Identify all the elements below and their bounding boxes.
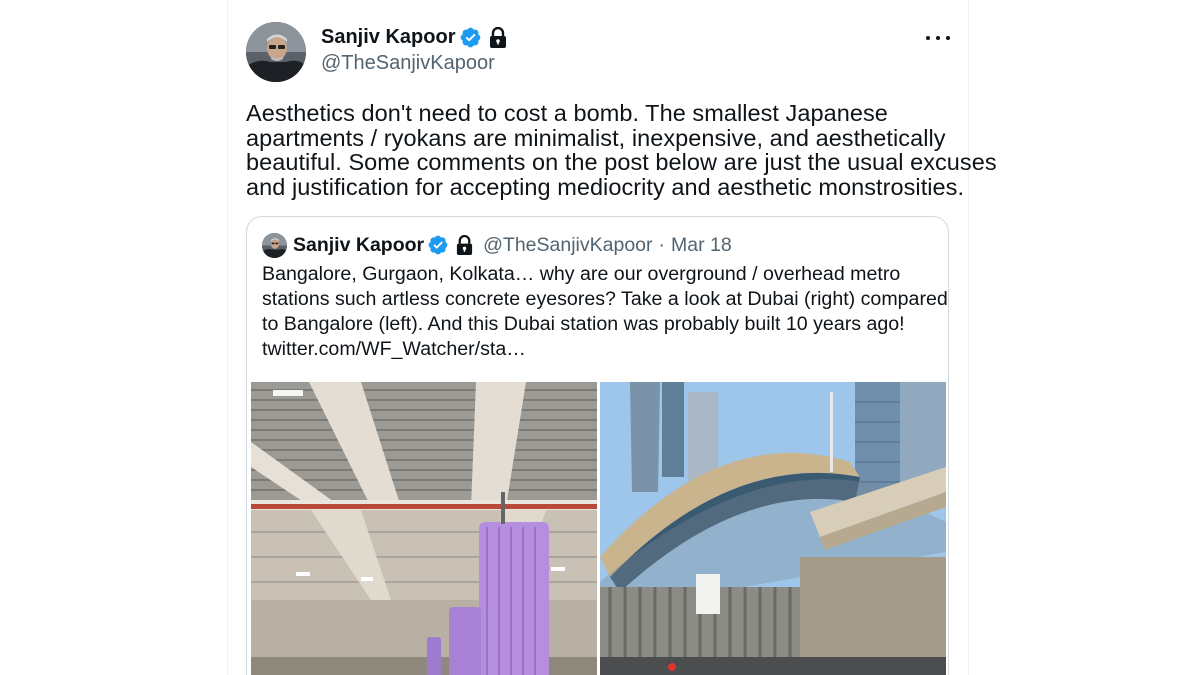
media-image-bangalore[interactable] [251,382,597,675]
tweet-text-line: and justification for accepting mediocri… [246,174,965,201]
quoted-text-line: stations such artless concrete eyesores?… [262,287,948,310]
lock-icon [490,26,507,48]
more-dot [936,36,940,40]
quoted-author-handle[interactable]: @TheSanjivKapoor [483,234,652,257]
tweet-text-line: Aesthetics don't need to cost a bomb. Th… [246,100,888,126]
author-handle[interactable]: @TheSanjivKapoor [321,52,495,75]
quoted-tweet[interactable]: Sanjiv Kapoor @TheSanjivKapoor · Mar 18 … [246,216,949,675]
quoted-author-name[interactable]: Sanjiv Kapoor [293,234,424,257]
quoted-tweet-header: Sanjiv Kapoor @TheSanjivKapoor · Mar 18 [262,231,732,259]
quoted-link[interactable]: twitter.com/WF_Watcher/sta… [262,337,942,362]
meta-separator: · [658,233,666,256]
quoted-tweet-text: Bangalore, Gurgaon, Kolkata… why are our… [262,262,948,362]
lock-icon [457,234,473,255]
quoted-text-line: Bangalore, Gurgaon, Kolkata… why are our… [262,263,901,285]
more-horizontal-icon [926,36,930,40]
author-name-row: Sanjiv Kapoor [321,26,508,49]
tweet-page: Sanjiv Kapoor @TheSanjivKapoor Aesthetic… [0,0,1200,675]
more-dot [946,36,950,40]
media-image-dubai[interactable] [600,382,946,675]
author-name[interactable]: Sanjiv Kapoor [321,26,455,49]
tweet-text-line: beautiful. Some comments on the post bel… [246,149,997,176]
tweet-text-line: apartments / ryokans are minimalist, ine… [246,124,946,151]
author-avatar[interactable] [246,22,306,82]
quoted-author-avatar[interactable] [262,232,287,258]
verified-badge-icon [428,235,448,255]
tweet-text: Aesthetics don't need to cost a bomb. Th… [246,100,997,201]
quoted-text-line: to Bangalore (left). And this Dubai stat… [262,312,905,335]
quoted-tweet-date[interactable]: Mar 18 [671,234,732,257]
more-options-button[interactable] [924,27,952,49]
quoted-media [251,382,946,675]
verified-badge-icon [461,27,481,48]
